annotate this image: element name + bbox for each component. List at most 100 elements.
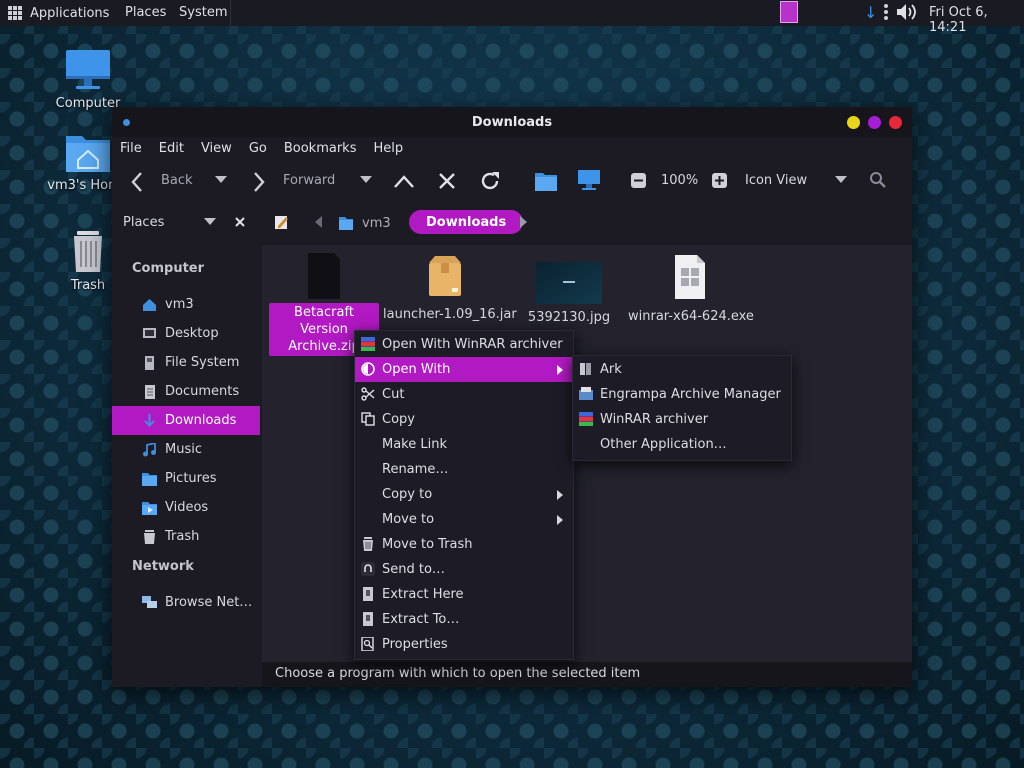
home-folder-icon [66, 136, 110, 172]
menu-item-label: Cut [382, 387, 405, 402]
view-mode-dropdown-icon[interactable] [835, 176, 847, 184]
up-arrow-icon[interactable] [393, 173, 415, 189]
menu-bookmarks[interactable]: Bookmarks [276, 137, 366, 163]
edit-location-icon[interactable] [274, 214, 290, 230]
view-mode-select[interactable]: Icon View [745, 173, 807, 188]
stop-icon[interactable] [437, 171, 457, 191]
menu-go[interactable]: Go [241, 137, 276, 163]
sidebar-item-label: Downloads [165, 413, 237, 428]
menu-item-extract-to[interactable]: Extract To… [355, 607, 573, 632]
file-item-winrar-exe[interactable]: winrar-x64-624.exe [628, 255, 754, 324]
home-folder-icon [339, 217, 353, 230]
sidebar-item-music[interactable]: Music [112, 435, 260, 464]
file-item-5392130-jpg[interactable]: 5392130.jpg [507, 262, 631, 325]
sidebar-item-desktop[interactable]: Desktop [112, 319, 260, 348]
minimize-button[interactable] [847, 116, 860, 129]
sidebar-item-pictures[interactable]: Pictures [112, 464, 260, 493]
menu-view[interactable]: View [193, 137, 241, 163]
sidebar-item-file-system[interactable]: File System [112, 348, 260, 377]
computer-icon[interactable] [577, 169, 601, 191]
places-menu[interactable]: Places [125, 5, 166, 20]
sidebar-item-downloads[interactable]: Downloads [112, 406, 260, 435]
sidebar-item-label: Trash [165, 529, 200, 544]
sidebar-item-label: File System [165, 355, 240, 370]
window-title: Downloads [471, 115, 553, 130]
menu-item-label: Move to [382, 512, 435, 527]
panel-separator [230, 0, 231, 26]
zoom-level: 100% [661, 173, 699, 188]
open-with-icon [361, 362, 375, 376]
zoom-in-icon[interactable] [712, 173, 727, 188]
forward-dropdown-icon[interactable] [360, 176, 372, 184]
places-combo[interactable]: Places [123, 215, 164, 230]
copy-icon [361, 412, 375, 426]
menu-item-move-to-trash[interactable]: Move to Trash [355, 532, 573, 557]
sidebar-item-browse-network[interactable]: Browse Net… [112, 588, 260, 617]
menu-item-label: Ark [600, 362, 622, 377]
menu-edit[interactable]: Edit [151, 137, 193, 163]
menu-item-copy[interactable]: Copy [355, 407, 573, 432]
home-icon [143, 298, 156, 311]
download-indicator-icon[interactable]: ↓ [864, 3, 877, 22]
forward-button[interactable]: Forward [283, 173, 335, 188]
applications-label: Applications [30, 5, 110, 21]
close-sidebar-icon[interactable] [235, 217, 245, 227]
sidebar-item-vm3[interactable]: vm3 [112, 290, 260, 319]
menu-item-open-with[interactable]: Open With [355, 357, 573, 382]
network-icon [142, 595, 157, 608]
menu-item-open-with-winrar[interactable]: Open With WinRAR archiver [355, 332, 573, 357]
menu-item-send-to[interactable]: Send to… [355, 557, 573, 582]
menu-item-move-to[interactable]: Move to [355, 507, 573, 532]
menu-item-copy-to[interactable]: Copy to [355, 482, 573, 507]
forward-arrow-icon[interactable] [252, 171, 266, 193]
file-item-launcher-jar[interactable]: launcher-1.09_16.jar [383, 255, 517, 322]
menu-item-extract-here[interactable]: Extract Here [355, 582, 573, 607]
menu-item-rename[interactable]: Rename… [355, 457, 573, 482]
back-dropdown-icon[interactable] [215, 176, 227, 184]
close-button[interactable] [889, 116, 902, 129]
crumb-right-arrow-icon[interactable] [520, 216, 528, 228]
sidebar: Computer vm3 Desktop File System Documen… [112, 245, 260, 669]
sidebar-item-videos[interactable]: Videos [112, 493, 260, 522]
more-options-icon[interactable] [884, 4, 888, 20]
status-text: Choose a program with which to open the … [275, 666, 641, 681]
sidebar-heading-computer: Computer [132, 261, 205, 276]
menu-item-cut[interactable]: Cut [355, 382, 573, 407]
sidebar-item-documents[interactable]: Documents [112, 377, 260, 406]
menu-help[interactable]: Help [365, 137, 412, 163]
submenu-arrow-icon [557, 515, 563, 525]
back-button[interactable]: Back [161, 173, 193, 188]
open-with-submenu: Ark Engrampa Archive Manager WinRAR arch… [572, 355, 792, 461]
submenu-item-winrar[interactable]: WinRAR archiver [573, 407, 791, 432]
toolbar: Back Forward 100% Icon View [112, 163, 912, 199]
volume-icon[interactable] [895, 2, 919, 22]
reload-icon[interactable] [478, 169, 502, 193]
sidebar-item-trash[interactable]: Trash [112, 522, 260, 551]
system-menu[interactable]: System [179, 5, 227, 20]
maximize-button[interactable] [868, 116, 881, 129]
places-dropdown-icon[interactable] [204, 218, 216, 226]
breadcrumb-vm3[interactable]: vm3 [338, 211, 391, 235]
menu-item-make-link[interactable]: Make Link [355, 432, 573, 457]
workspace-switcher-button[interactable] [780, 1, 798, 23]
search-icon[interactable] [869, 171, 887, 189]
zoom-out-icon[interactable] [631, 173, 646, 188]
home-folder-icon[interactable] [534, 170, 558, 192]
breadcrumb-downloads[interactable]: Downloads [409, 210, 524, 234]
desktop-icon-computer[interactable]: Computer [43, 46, 133, 111]
sidebar-item-label: Music [165, 442, 202, 457]
menu-file[interactable]: File [112, 137, 151, 163]
trash-icon [74, 231, 102, 272]
pictures-folder-icon [142, 472, 157, 486]
clock[interactable]: Fri Oct 6, 14:21 [929, 5, 1024, 35]
crumb-left-arrow-icon[interactable] [315, 216, 323, 228]
submenu-item-other-application[interactable]: Other Application… [573, 432, 791, 457]
back-arrow-icon[interactable] [130, 171, 144, 193]
submenu-item-engrampa[interactable]: Engrampa Archive Manager [573, 382, 791, 407]
submenu-arrow-icon [557, 365, 563, 375]
music-icon [143, 442, 156, 456]
applications-menu[interactable]: Applications [8, 0, 115, 26]
submenu-item-ark[interactable]: Ark [573, 357, 791, 382]
sidebar-item-label: Documents [165, 384, 240, 399]
menu-item-properties[interactable]: Properties [355, 632, 573, 657]
